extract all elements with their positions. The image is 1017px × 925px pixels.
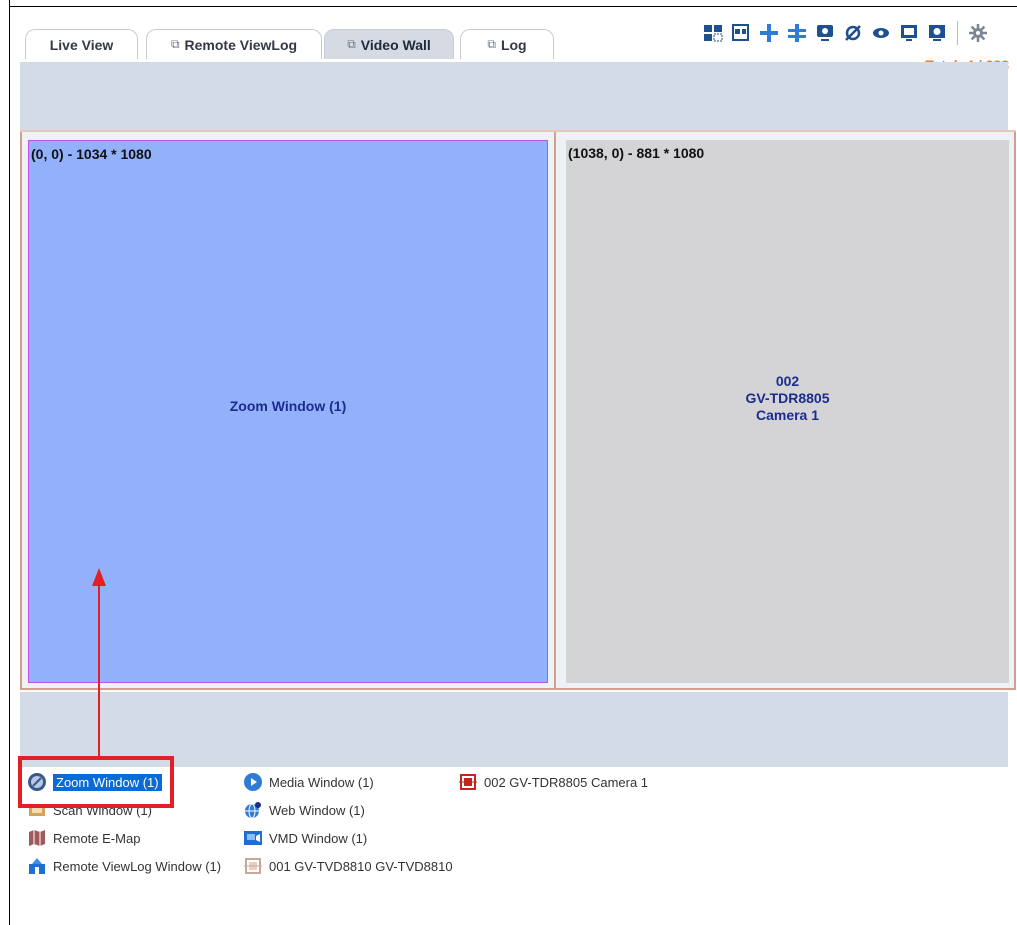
stage-border-mid	[554, 132, 556, 688]
annotation-arrow-line	[98, 584, 100, 756]
tab-video-wall[interactable]: ⧉ Video Wall	[324, 29, 454, 59]
tab-label: Live View	[49, 36, 114, 53]
source-camera-002[interactable]: 002 GV-TDR8805 Camera 1	[457, 772, 648, 792]
tab-label: Log	[500, 36, 527, 53]
source-label: Remote ViewLog Window (1)	[53, 858, 222, 874]
monitor-2-content-line: Camera 1	[755, 407, 820, 423]
monitor-2[interactable]: (1038, 0) - 881 * 1080 002 GV-TDR8805 Ca…	[566, 140, 1009, 683]
source-remote-emap[interactable]: Remote E-Map	[26, 828, 140, 848]
viewlog-icon	[26, 856, 48, 876]
source-label: Media Window (1)	[269, 774, 374, 790]
show-icon[interactable]	[870, 22, 892, 44]
stage-border-left	[20, 132, 22, 688]
single-screen-icon[interactable]	[898, 22, 920, 44]
highlight-box	[18, 756, 174, 808]
source-label: 001 GV-TVD8810 GV-TVD8810	[269, 858, 453, 874]
vmd-icon	[242, 828, 264, 848]
tab-label: Video Wall	[360, 36, 431, 53]
tab-remote-viewlog[interactable]: ⧉ Remote ViewLog	[146, 29, 322, 59]
tab-live-view[interactable]: Live View	[25, 29, 138, 59]
split-vertical-icon[interactable]	[758, 22, 780, 44]
camera-device-red-icon	[457, 772, 479, 792]
media-play-icon	[242, 772, 264, 792]
select-screen-icon[interactable]	[702, 22, 724, 44]
monitor-2-content-line: GV-TDR8805	[745, 390, 830, 406]
monitor-view-icon[interactable]	[814, 22, 836, 44]
settings-gear-icon[interactable]	[967, 22, 989, 44]
split-horizontal-icon[interactable]	[786, 22, 808, 44]
tab-bar: Live View ⧉ Remote ViewLog ⧉ Video Wall …	[10, 7, 1017, 73]
monitor-1-content: Zoom Window (1)	[29, 141, 547, 682]
video-wall-top-band	[20, 62, 1008, 130]
external-link-icon: ⧉	[487, 37, 496, 51]
monitor-2-content: 002 GV-TDR8805 Camera 1	[566, 140, 1009, 683]
monitor-1-content-line: Zoom Window (1)	[229, 398, 347, 414]
preview-layout-icon[interactable]	[730, 22, 752, 44]
external-link-icon: ⧉	[347, 37, 356, 51]
source-camera-001[interactable]: 001 GV-TVD8810 GV-TVD8810	[242, 856, 453, 876]
hide-icon[interactable]	[842, 22, 864, 44]
source-remote-viewlog[interactable]: Remote ViewLog Window (1)	[26, 856, 221, 876]
source-label: 002 GV-TDR8805 Camera 1	[484, 774, 649, 790]
monitor-1[interactable]: (0, 0) - 1034 * 1080 Zoom Window (1)	[28, 140, 548, 683]
window-frame-left	[9, 0, 10, 925]
monitor-2-content-line: 002	[775, 373, 800, 389]
stage-border-right	[1014, 132, 1016, 688]
screen-capture-icon[interactable]	[926, 22, 948, 44]
e-map-icon	[26, 828, 48, 848]
source-label: Remote E-Map	[53, 830, 141, 846]
tab-label: Remote ViewLog	[184, 36, 298, 53]
source-label: Web Window (1)	[269, 802, 365, 818]
source-web-window[interactable]: Web Window (1)	[242, 800, 365, 820]
web-globe-icon	[242, 800, 264, 820]
video-wall-stage: (0, 0) - 1034 * 1080 Zoom Window (1) (10…	[20, 130, 1016, 690]
toolbar-separator	[957, 21, 958, 45]
external-link-icon: ⧉	[170, 37, 180, 51]
tab-log[interactable]: ⧉ Log	[460, 29, 554, 59]
camera-device-icon	[242, 856, 264, 876]
source-label: VMD Window (1)	[269, 830, 368, 846]
source-media-window[interactable]: Media Window (1)	[242, 772, 374, 792]
annotation-arrow-head	[92, 568, 106, 586]
source-vmd-window[interactable]: VMD Window (1)	[242, 828, 367, 848]
toolbar	[702, 21, 989, 45]
